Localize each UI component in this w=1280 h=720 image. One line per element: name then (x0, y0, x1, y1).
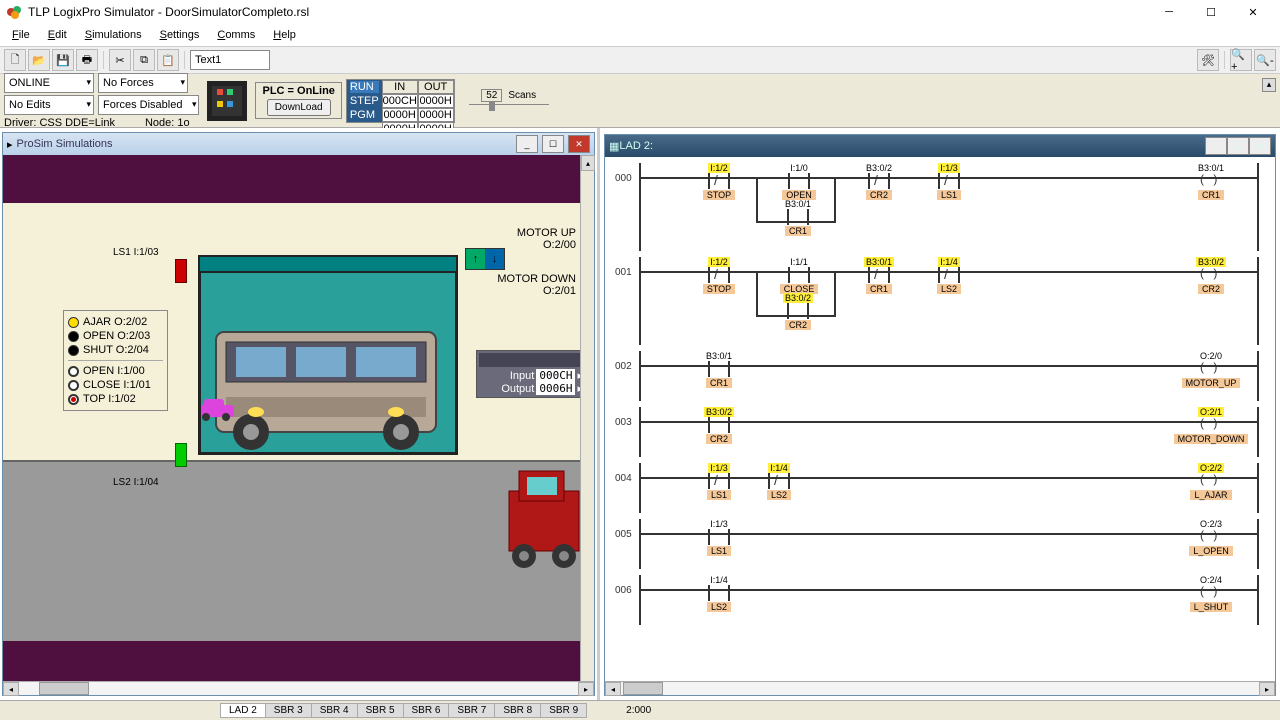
status-coord: 2:000 (626, 705, 651, 716)
plc-status-strip: ONLINE No Forces No Edits Forces Disable… (0, 74, 1280, 128)
io-monitor-box: Input000CH▸ Output0006H▸ (476, 350, 586, 398)
window-title: TLP LogixPro Simulator - DoorSimulatorCo… (28, 5, 1148, 19)
ladder-titlebar: ▦ LAD 2: _ ☐ ✕ (605, 135, 1275, 157)
maximize-button[interactable]: ☐ (1190, 0, 1232, 24)
tab-sbr6[interactable]: SBR 6 (403, 703, 450, 718)
scans-label: Scans (508, 90, 536, 101)
plc-status-label: PLC = OnLine (262, 85, 334, 97)
menu-comms[interactable]: Comms (209, 27, 263, 43)
red-truck-graphic (499, 461, 589, 571)
sim-hscroll[interactable]: ◂▸ (3, 681, 594, 695)
control-panel: AJAR O:2/02OPEN O:2/03SHUT O:2/04OPEN I:… (63, 310, 168, 411)
tab-sbr5[interactable]: SBR 5 (357, 703, 404, 718)
sim-vscroll[interactable]: ▴ (580, 155, 594, 681)
tool-icon[interactable]: 🛠 (1197, 49, 1219, 71)
ladder-window: ▦ LAD 2: _ ☐ ✕ 000I:1/2STOPI:1/0OPENB3:0… (604, 134, 1276, 696)
forces-dropdown[interactable]: No Forces (98, 73, 188, 93)
scans-slider[interactable] (469, 104, 549, 112)
tab-sbr9[interactable]: SBR 9 (540, 703, 587, 718)
ladder-body[interactable]: 000I:1/2STOPI:1/0OPENB3:0/2CR2I:1/3LS1B3… (605, 157, 1275, 679)
app-icon (6, 4, 22, 20)
prosim-minimize[interactable]: _ (516, 135, 538, 153)
plc-icon (207, 81, 247, 121)
lad-hscroll[interactable]: ◂▸ (605, 681, 1275, 695)
edits-dropdown[interactable]: No Edits (4, 95, 94, 115)
download-button[interactable]: DownLoad (267, 99, 331, 116)
lad-close[interactable]: ✕ (1249, 137, 1271, 155)
prosim-close[interactable]: ✕ (568, 135, 590, 153)
zoom-in-button[interactable]: 🔍+ (1230, 49, 1252, 71)
prosim-title: ProSim Simulations (17, 138, 512, 150)
ladder-icon: ▦ (609, 140, 619, 153)
minimize-button[interactable]: ─ (1148, 0, 1190, 24)
close-button[interactable]: ✕ (1232, 0, 1274, 24)
window-titlebar: TLP LogixPro Simulator - DoorSimulatorCo… (0, 0, 1280, 24)
prosim-maximize[interactable]: ☐ (542, 135, 564, 153)
lad-maximize[interactable]: ☐ (1227, 137, 1249, 155)
prosim-icon: ▸ (7, 138, 13, 151)
tab-sbr3[interactable]: SBR 3 (265, 703, 312, 718)
bus-graphic (206, 312, 446, 452)
node-label: Node: 1o (145, 117, 190, 129)
tab-sbr4[interactable]: SBR 4 (311, 703, 358, 718)
online-dropdown[interactable]: ONLINE (4, 73, 94, 93)
save-button[interactable]: 💾 (52, 49, 74, 71)
new-button[interactable]: 🗋 (4, 49, 26, 71)
main-toolbar: 🗋 📂 💾 🖶 ✂ ⧉ 📋 🛠 🔍+ 🔍- (0, 46, 1280, 74)
text-input[interactable] (190, 50, 270, 70)
open-button[interactable]: 📂 (28, 49, 50, 71)
forces-disabled-dropdown[interactable]: Forces Disabled (98, 95, 199, 115)
ladder-title: LAD 2: (619, 140, 1205, 152)
print-button[interactable]: 🖶 (76, 49, 98, 71)
ls2-sensor (175, 443, 187, 467)
menu-simulations[interactable]: Simulations (77, 27, 150, 43)
cut-button[interactable]: ✂ (109, 49, 131, 71)
lad-minimize[interactable]: _ (1205, 137, 1227, 155)
statusbar: LAD 2SBR 3SBR 4SBR 5SBR 6SBR 7SBR 8SBR 9… (0, 700, 1280, 720)
pink-car-graphic (201, 397, 236, 422)
menu-file[interactable]: File (4, 27, 38, 43)
menu-edit[interactable]: Edit (40, 27, 75, 43)
ls2-label: LS2 I:1/04 (113, 477, 159, 488)
tab-lad2[interactable]: LAD 2 (220, 703, 266, 718)
door-frame (198, 255, 458, 455)
menu-help[interactable]: Help (265, 27, 304, 43)
zoom-out-button[interactable]: 🔍- (1254, 49, 1276, 71)
tab-sbr8[interactable]: SBR 8 (494, 703, 541, 718)
menu-settings[interactable]: Settings (152, 27, 208, 43)
plc-mode-panel: RUNSTEPPGM INOUT 000CH0000H0000H0000H000… (346, 79, 455, 123)
prosim-window: ▸ ProSim Simulations _ ☐ ✕ (2, 132, 595, 696)
collapse-strip-button[interactable]: ▴ (1262, 78, 1276, 92)
motor-icon: ↑↓ (465, 248, 505, 270)
paste-button[interactable]: 📋 (157, 49, 179, 71)
menubar: FileEditSimulationsSettingsCommsHelp (0, 24, 1280, 46)
copy-button[interactable]: ⧉ (133, 49, 155, 71)
driver-label: Driver: CSS DDE=Link (4, 117, 115, 129)
ls1-sensor (175, 259, 187, 283)
tab-sbr7[interactable]: SBR 7 (448, 703, 495, 718)
sim-canvas: LS1 I:1/03 LS2 I:1/04 MOTOR UPO:2/00 MOT… (3, 155, 594, 681)
ls1-label: LS1 I:1/03 (113, 247, 159, 258)
